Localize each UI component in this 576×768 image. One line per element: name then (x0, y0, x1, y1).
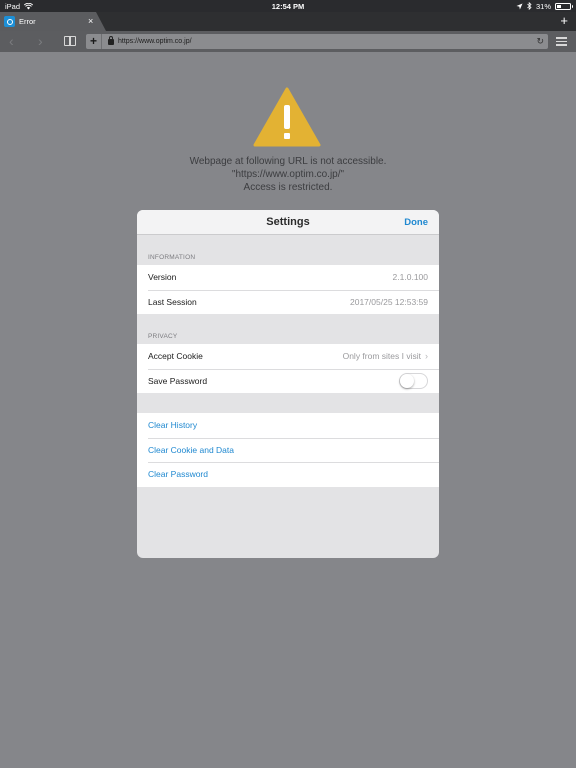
tab-bar: Error × + (0, 12, 576, 31)
section-header-information: INFORMATION (148, 254, 196, 261)
section-header-privacy: PRIVACY (148, 333, 178, 340)
clear-password-button[interactable]: Clear Password (148, 469, 208, 479)
error-line-1: Webpage at following URL is not accessib… (189, 156, 387, 167)
save-password-label: Save Password (148, 375, 208, 386)
last-session-value: 2017/05/25 12:53:59 (350, 296, 428, 307)
status-bar: iPad 12:54 PM 31% (0, 0, 576, 12)
chevron-right-icon: › (425, 351, 428, 362)
modal-title: Settings (266, 216, 310, 228)
battery-icon (555, 2, 573, 10)
information-group: Version 2.1.0.100 Last Session 2017/05/2… (137, 265, 439, 314)
save-password-toggle[interactable] (399, 372, 428, 389)
error-message: Webpage at following URL is not accessib… (0, 155, 576, 194)
location-icon (516, 3, 523, 9)
bluetooth-icon (527, 2, 532, 10)
accept-cookie-value-wrap: Only from sites I visit › (343, 351, 428, 361)
version-value: 2.1.0.100 (392, 272, 428, 283)
address-bar[interactable]: + https://www.optim.co.jp/ ↻ (86, 34, 548, 49)
clear-history-button[interactable]: Clear History (148, 420, 197, 430)
add-bookmark-button[interactable]: + (86, 34, 102, 49)
status-left: iPad (5, 1, 34, 11)
privacy-group: Accept Cookie Only from sites I visit › S… (137, 344, 439, 393)
bookmarks-icon[interactable] (64, 36, 76, 46)
version-row: Version 2.1.0.100 (137, 265, 439, 290)
version-label: Version (148, 272, 177, 283)
modal-header: Settings Done (137, 210, 439, 235)
done-button[interactable]: Done (404, 217, 428, 228)
wifi-icon (24, 2, 34, 9)
clear-history-row[interactable]: Clear History (137, 413, 439, 438)
clear-password-row[interactable]: Clear Password (137, 462, 439, 487)
close-tab-icon[interactable]: × (88, 16, 93, 26)
app-favicon-icon (4, 16, 15, 27)
menu-icon[interactable] (556, 37, 567, 46)
forward-icon[interactable]: › (38, 34, 43, 48)
device-name: iPad (5, 1, 21, 11)
status-time: 12:54 PM (271, 1, 305, 11)
url-field[interactable]: https://www.optim.co.jp/ (118, 38, 536, 45)
accept-cookie-row[interactable]: Accept Cookie Only from sites I visit › (137, 344, 439, 369)
warning-icon (253, 87, 321, 147)
actions-group: Clear History Clear Cookie and Data Clea… (137, 413, 439, 487)
status-right: 31% (516, 1, 573, 11)
last-session-label: Last Session (148, 296, 197, 307)
save-password-row: Save Password (137, 368, 439, 394)
accept-cookie-value: Only from sites I visit (342, 351, 421, 362)
error-line-3: Access is restricted. (243, 182, 333, 193)
accept-cookie-label: Accept Cookie (148, 351, 203, 362)
settings-modal: Settings Done INFORMATION Version 2.1.0.… (137, 210, 439, 558)
browser-toolbar: ‹ › + https://www.optim.co.jp/ ↻ (0, 31, 576, 52)
clear-cookie-button[interactable]: Clear Cookie and Data (148, 445, 234, 455)
clear-cookie-row[interactable]: Clear Cookie and Data (137, 437, 439, 463)
new-tab-button[interactable]: + (560, 14, 568, 28)
lock-icon (108, 35, 114, 45)
error-line-2: "https://www.optim.co.jp/" (231, 169, 345, 180)
last-session-row: Last Session 2017/05/25 12:53:59 (137, 289, 439, 315)
battery-percent: 31% (535, 1, 551, 11)
reload-icon[interactable]: ↻ (536, 36, 548, 47)
back-icon[interactable]: ‹ (9, 34, 14, 48)
toggle-knob (400, 373, 414, 388)
